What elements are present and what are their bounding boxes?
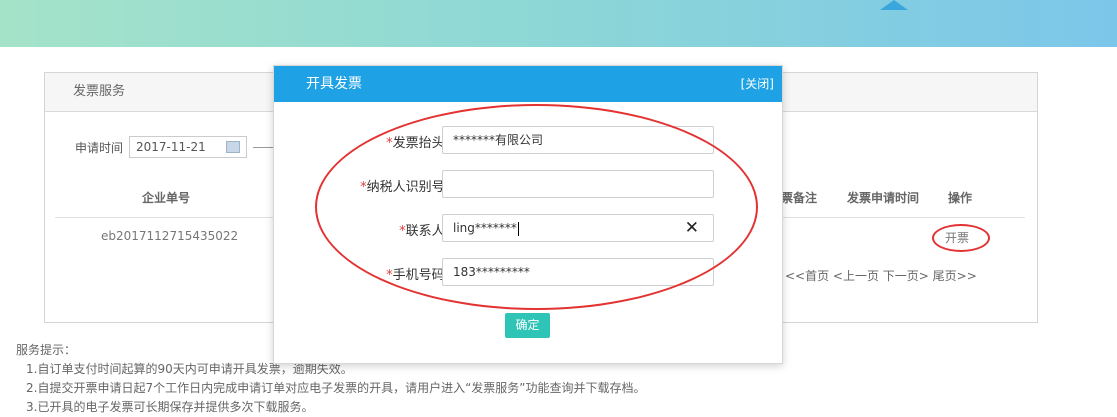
hint-item: 2.自提交开票申请日起7个工作日内完成申请订单对应电子发票的开具，请用户进入“发…: [26, 381, 646, 395]
dialog-title: 开具发票: [306, 76, 362, 92]
apply-time-label: 申请时间: [75, 140, 124, 155]
col-remark: 票备注: [781, 191, 818, 205]
top-banner: [0, 0, 1117, 47]
pagination[interactable]: <<首页 <上一页 下一页> 尾页>>: [785, 267, 977, 284]
col-apply-time: 发票申请时间: [847, 191, 920, 205]
annotation-ellipse-form: [315, 104, 758, 310]
dialog-close-button[interactable]: [关闭]: [741, 66, 774, 102]
col-action: 操作: [948, 191, 973, 205]
confirm-button[interactable]: 确定: [505, 313, 550, 338]
nav-indicator: [880, 0, 908, 10]
dialog-header: 开具发票 [关闭]: [274, 66, 782, 102]
filter-row: 申请时间 2017-11-21: [75, 135, 282, 159]
date-value: 2017-11-21: [136, 140, 206, 154]
annotation-circle-action: [932, 224, 990, 252]
hint-item: 3.已开具的电子发票可长期保存并提供多次下载服务。: [26, 400, 314, 414]
order-no-cell: eb2017112715435022: [101, 229, 239, 243]
calendar-icon[interactable]: [226, 141, 241, 153]
col-order-no: 企业单号: [142, 191, 191, 205]
date-start-input[interactable]: 2017-11-21: [129, 136, 248, 158]
